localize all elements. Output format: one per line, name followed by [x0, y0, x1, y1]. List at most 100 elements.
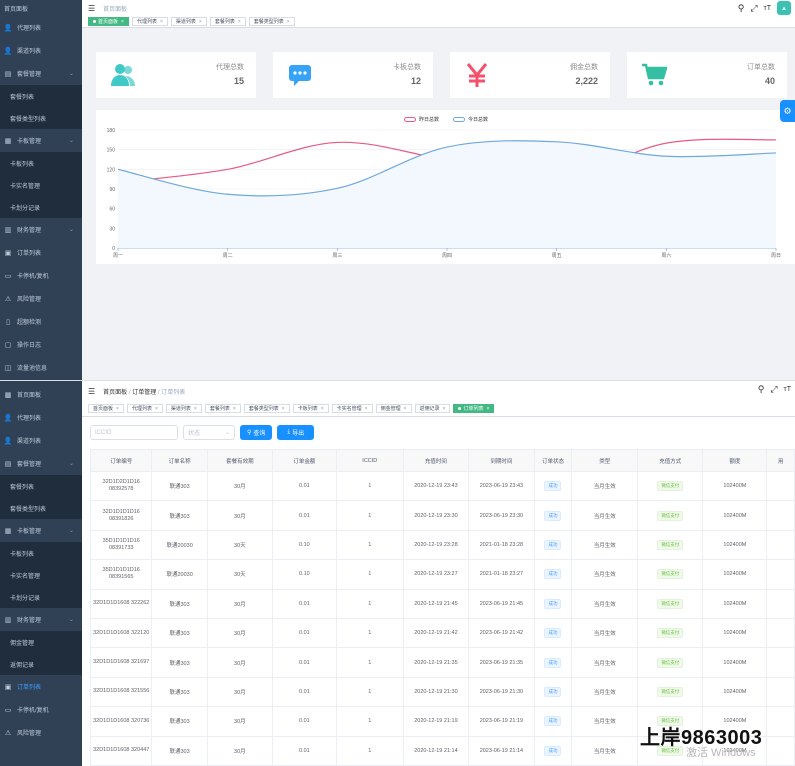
sidebar-item[interactable]: ⚠ 风险管理 [0, 287, 82, 310]
breadcrumb-item[interactable]: 首页面板 [103, 390, 127, 396]
tag-item[interactable]: 套餐类型列表 × [243, 404, 290, 413]
sidebar-item[interactable]: ▭ 卡停机/复机 [0, 264, 82, 287]
search-button[interactable]: ⚲ 查询 [240, 425, 273, 440]
close-icon[interactable]: × [194, 406, 197, 412]
tag-item[interactable]: 返佣记录 × [414, 404, 451, 413]
status-select[interactable]: 状态 ⌄ [183, 425, 235, 440]
chart-icon: ▥ [4, 616, 12, 624]
tag-item[interactable]: 首页面板 × [88, 17, 129, 26]
close-icon[interactable]: × [160, 19, 163, 25]
sidebar-item[interactable]: ◫ 流量池信息 [0, 356, 82, 379]
tag-item[interactable]: 套餐列表 × [204, 404, 241, 413]
export-button[interactable]: ⤓ 导出 [277, 425, 315, 440]
sidebar-item[interactable]: 👤 代理列表 [0, 406, 82, 429]
iccid-input[interactable]: ICCID [90, 425, 178, 440]
cell-text: 32D1D1D1608 321697 [93, 659, 150, 666]
search-icon[interactable]: ⚲ [758, 384, 765, 395]
table-cell: 102400M [702, 470, 768, 502]
sidebar-item[interactable]: ⚠ 风险管理 [0, 721, 82, 744]
sidebar-item[interactable]: 卡实名管理 [0, 564, 82, 586]
table-row[interactable]: 32D1D2D1D16 08392578 联通303 30月 0.01 1 2020-12… [89, 470, 795, 502]
close-icon[interactable]: × [121, 19, 124, 25]
table-row[interactable]: 32D1D1D1608 321556 联通303 30月 0.01 1 2020-12-1… [89, 676, 795, 708]
fullscreen-icon[interactable]: ⤢ [750, 3, 757, 14]
tag-item[interactable]: 渠道列表 × [165, 404, 202, 413]
tag-item[interactable]: 代理列表 × [126, 404, 163, 413]
breadcrumb-item[interactable]: 订单管理 [132, 390, 156, 396]
column-header: 套餐有效期 [206, 449, 273, 472]
sidebar-item[interactable]: 卡划分记录 [0, 586, 82, 608]
sidebar-item[interactable]: ▯ 超额检测 [0, 310, 82, 333]
card-orders[interactable]: 订单总数 40 [627, 52, 787, 98]
close-icon[interactable]: × [238, 19, 241, 25]
tag-item[interactable]: 卡实名管理 × [331, 404, 373, 413]
close-icon[interactable]: × [404, 406, 407, 412]
tag-item[interactable]: 卡板列表 × [292, 404, 329, 413]
table-row[interactable]: 35D1D1D1D16 08391733 联通20030 30天 0.10 1 2020-… [89, 529, 795, 561]
font-size-icon[interactable]: тT [784, 386, 791, 393]
settings-icon[interactable]: ⚙ [780, 100, 795, 122]
sidebar-item[interactable]: ▥ 财务管理 ⌄ [0, 218, 82, 241]
sidebar-item-label: 卡停机/复机 [17, 708, 49, 714]
tag-item[interactable]: 套餐类型列表 × [248, 17, 295, 26]
table-row[interactable]: 32D1D1D1D16 08391826 联通303 30月 0.01 1 2020-12… [89, 500, 795, 531]
sidebar-item[interactable]: 套餐列表 [0, 475, 82, 497]
close-icon[interactable]: × [233, 406, 236, 412]
sidebar-item[interactable]: 套餐类型列表 [0, 107, 82, 129]
card-commission[interactable]: 佣金总数 2,222 [450, 52, 610, 98]
sidebar-item[interactable]: ▣ 订单列表 [0, 675, 82, 698]
card-agents[interactable]: 代理总数 15 [96, 52, 256, 98]
breadcrumb-item[interactable]: 首页面板 [103, 7, 127, 13]
sidebar-item-label: 卡划分记录 [10, 595, 41, 602]
close-icon[interactable]: × [443, 406, 446, 412]
sidebar-item[interactable]: ▤ 套餐管理 ⌄ [0, 452, 82, 475]
sidebar-item[interactable]: 卡划分记录 [0, 196, 82, 218]
table-row[interactable]: 32D1D1D1608 322120 联通303 30月 0.01 1 2020-12-1… [89, 617, 795, 649]
search-icon: ⚲ [247, 430, 252, 436]
fullscreen-icon[interactable]: ⤢ [770, 384, 777, 395]
close-icon[interactable]: × [287, 19, 290, 25]
hamburger-icon[interactable]: ☰ [88, 4, 95, 13]
sidebar-logo[interactable]: 首页面板 [0, 0, 82, 16]
card-sims[interactable]: 卡板总数 12 [273, 52, 433, 98]
tag-item[interactable]: 代理列表 × [131, 17, 168, 26]
hamburger-icon[interactable]: ☰ [88, 387, 95, 396]
sidebar-item[interactable]: 佣金管理 [0, 631, 82, 653]
cell-text: 0.01 [299, 747, 310, 754]
legend-item-today[interactable]: 今日总数 [453, 116, 488, 123]
sidebar-item[interactable]: 卡板列表 [0, 152, 82, 174]
sidebar-item[interactable]: 👤 渠道列表 [0, 429, 82, 452]
close-icon[interactable]: × [199, 19, 202, 25]
tag-item[interactable]: 首页面板 × [88, 404, 124, 413]
table-row[interactable]: 32D1D1D1608 321697 联通303 30月 0.01 1 2020-12-1… [89, 647, 795, 678]
avatar[interactable]: ▴ [777, 1, 791, 15]
tag-item[interactable]: 佣金管理 × [375, 404, 412, 413]
close-icon[interactable]: × [321, 406, 324, 412]
tag-item[interactable]: 渠道列表 × [170, 17, 207, 26]
legend-item-yesterday[interactable]: 昨日总数 [403, 116, 439, 123]
close-icon[interactable]: × [486, 406, 489, 412]
sidebar-item[interactable]: ▥ 财务管理 ⌄ [0, 608, 82, 631]
sidebar-item[interactable]: 套餐类型列表 [0, 497, 82, 519]
table-row[interactable]: 35D1D1D1D16 08391565 联通20030 30天 0.10 1 2020-… [89, 559, 795, 590]
sidebar-item[interactable]: ▩ 首页面板 [0, 383, 82, 406]
chevron-down-icon: ⌄ [68, 227, 74, 233]
sidebar-item[interactable]: 卡板列表 [0, 542, 82, 564]
sidebar-item[interactable]: 返佣记录 [0, 653, 82, 675]
sidebar-item[interactable]: ▢ 操作日志 [0, 333, 82, 356]
sidebar-item[interactable]: ▦ 卡板管理 ⌄ [0, 129, 82, 152]
close-icon[interactable]: × [155, 406, 158, 412]
font-size-icon[interactable]: тT [764, 5, 771, 12]
close-icon[interactable]: × [365, 406, 368, 412]
sidebar-item[interactable]: 卡实名管理 [0, 174, 82, 196]
close-icon[interactable]: × [116, 406, 119, 412]
close-icon[interactable]: × [282, 406, 285, 412]
sidebar-item[interactable]: ▦ 卡板管理 ⌄ [0, 519, 82, 542]
tag-item[interactable]: 套餐列表 × [209, 17, 246, 26]
table-row[interactable]: 32D1D1D1608 322262 联通303 30月 0.01 1 2020-12-1… [89, 588, 795, 619]
sidebar-item[interactable]: ▣ 订单列表 [0, 241, 82, 264]
search-icon[interactable]: ⚲ [738, 3, 745, 14]
tag-item[interactable]: 订单列表 × [453, 404, 495, 413]
sidebar-item[interactable]: 👤 代理列表 [0, 16, 82, 39]
sidebar-item[interactable]: ▭ 卡停机/复机 [0, 698, 82, 721]
